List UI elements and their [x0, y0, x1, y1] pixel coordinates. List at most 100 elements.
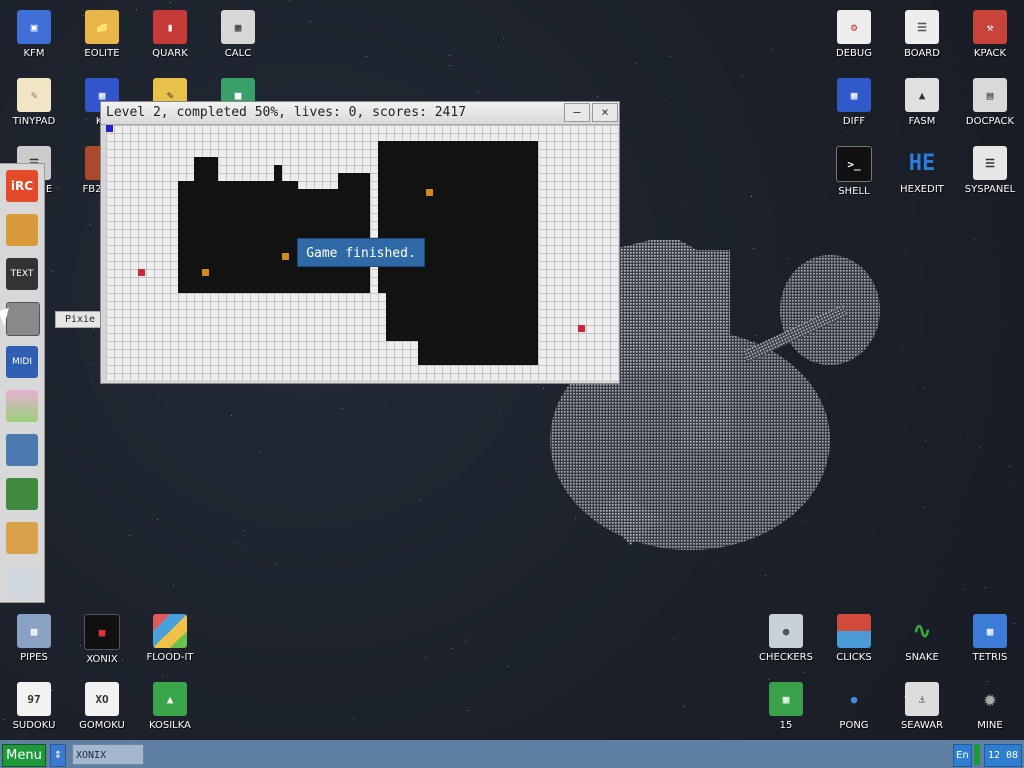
star — [636, 63, 637, 64]
seawar-icon: ⚓ — [905, 682, 939, 716]
desktop-icon-mine[interactable]: ✹ MINE — [956, 674, 1024, 742]
desktop-icon-snake[interactable]: ∿ SNAKE — [888, 606, 956, 674]
desktop-icon-diff[interactable]: ▦ DIFF — [820, 70, 888, 138]
filled-region — [418, 341, 538, 365]
star — [157, 519, 158, 520]
chip-icon[interactable] — [6, 478, 38, 510]
desktop-icon-label: FLOOD-IT — [146, 652, 194, 663]
irc-icon[interactable]: iRC — [6, 170, 38, 202]
star — [714, 562, 715, 563]
star — [315, 452, 316, 453]
desktop-icon-kfm[interactable]: ▣ KFM — [0, 2, 68, 70]
desktop-icon-syspanel[interactable]: ☰ SYSPANEL — [956, 138, 1024, 206]
star — [739, 235, 740, 236]
desktop-icon-calc[interactable]: ▦ CALC — [204, 2, 272, 70]
minimize-button[interactable]: – — [564, 103, 590, 122]
desktop-icon-pipes[interactable]: ▩ PIPES — [0, 606, 68, 674]
star — [1005, 327, 1006, 328]
star — [683, 706, 684, 707]
star — [665, 99, 666, 100]
desktop-icon-quark[interactable]: ▮ QUARK — [136, 2, 204, 70]
star — [425, 657, 426, 658]
filled-region — [386, 293, 538, 341]
terminal-icon: >_ — [836, 146, 872, 182]
desktop-icon-tinypad[interactable]: ✎ TINYPAD — [0, 70, 68, 138]
cabinet-icon: ▤ — [973, 78, 1007, 112]
picture-icon[interactable] — [6, 390, 38, 422]
menu-button[interactable]: Menu — [2, 744, 46, 767]
desktop-icon-clicks[interactable]: CLICKS — [820, 606, 888, 674]
desktop-icon-docpack[interactable]: ▤ DOCPACK — [956, 70, 1024, 138]
desktop-icon-label: KPACK — [973, 48, 1007, 59]
desktop-icon-xonix[interactable]: ■ XONIX — [68, 606, 136, 674]
hammer-icon: ⚒ — [973, 10, 1007, 44]
desktop-icon-label: PIPES — [20, 652, 48, 663]
taskbar: Menu ⇕ XONIX En 12 08 — [0, 740, 1024, 768]
taskbar-item-xonix[interactable]: XONIX — [72, 744, 144, 765]
desktop-icon-label: BOARD — [904, 48, 940, 59]
desktop-icon-eolite[interactable]: 📁 EOLITE — [68, 2, 136, 70]
gomoku-icon: XO — [85, 682, 119, 716]
mine-icon: ✹ — [983, 686, 997, 712]
fifteen-icon: ▦ — [769, 682, 803, 716]
package-icon[interactable] — [6, 214, 38, 246]
star — [173, 585, 174, 586]
desktop-icon-shell[interactable]: >_ SHELL — [820, 138, 888, 206]
game-finished-message: Game finished. — [297, 238, 425, 267]
desktop-icon-label: SNAKE — [905, 652, 939, 663]
diff-icon: ▦ — [837, 78, 871, 112]
desktop-icon-fasm[interactable]: ▲ FASM — [888, 70, 956, 138]
desktop-icon-flood-it[interactable]: FLOOD-IT — [136, 606, 204, 674]
desktop-icon-label: DOCPACK — [965, 116, 1015, 127]
dock-tooltip: Pixie — [55, 311, 105, 328]
anvil-icon: ▲ — [905, 78, 939, 112]
sliders-icon: ☰ — [973, 146, 1007, 180]
clock[interactable]: 12 08 — [984, 744, 1022, 767]
clipboard-icon: ☰ — [905, 10, 939, 44]
star — [467, 710, 468, 711]
star — [231, 415, 232, 416]
desktop-icon-debug[interactable]: ⚙ DEBUG — [820, 2, 888, 70]
folder-icon: 📁 — [85, 10, 119, 44]
filled-region — [338, 173, 370, 293]
language-indicator[interactable]: En — [953, 744, 972, 767]
desktop-icon-tetris[interactable]: ▦ TETRIS — [956, 606, 1024, 674]
star — [478, 91, 479, 92]
launcher-dock: iRC TEXT MIDI — [0, 163, 45, 603]
midi-player-icon[interactable]: MIDI — [6, 346, 38, 378]
desktop-icon-checkers[interactable]: ● CHECKERS — [752, 606, 820, 674]
desktop-icon-sudoku[interactable]: 97 SUDOKU — [0, 674, 68, 742]
settings-sliders-icon[interactable] — [6, 566, 38, 598]
star — [1009, 466, 1010, 467]
star — [469, 636, 470, 637]
xonix-icon: ■ — [84, 614, 120, 650]
star — [366, 56, 367, 57]
desktop-icon-kpack[interactable]: ⚒ KPACK — [956, 2, 1024, 70]
close-button[interactable]: × — [592, 103, 618, 122]
star — [237, 543, 238, 544]
text-icon[interactable]: TEXT — [6, 258, 38, 290]
desktop-icon-seawar[interactable]: ⚓ SEAWAR — [888, 674, 956, 742]
window-titlebar[interactable]: Level 2, completed 50%, lives: 0, scores… — [101, 102, 619, 125]
filled-region — [178, 181, 298, 293]
desktop-icon-kosilka[interactable]: ▲ KOSILKA — [136, 674, 204, 742]
border-enemy — [138, 269, 145, 276]
star — [93, 328, 94, 329]
volume-icon[interactable] — [6, 522, 38, 554]
desktop-icon-pong[interactable]: ● PONG — [820, 674, 888, 742]
star — [94, 363, 95, 364]
network-card-icon[interactable] — [6, 434, 38, 466]
star — [241, 546, 242, 547]
flood-it-icon — [153, 614, 187, 648]
star — [906, 253, 907, 254]
pong-icon: ● — [850, 692, 858, 706]
desktop-icon-board[interactable]: ☰ BOARD — [888, 2, 956, 70]
desktop-icon-hexedit[interactable]: HE HEXEDIT — [888, 138, 956, 206]
taskbar-switch-button[interactable]: ⇕ — [50, 744, 66, 767]
taskbar-separator — [974, 744, 980, 765]
star — [974, 238, 975, 239]
star — [1010, 484, 1011, 485]
desktop-icon-gomoku[interactable]: XO GOMOKU — [68, 674, 136, 742]
desktop-icon-15[interactable]: ▦ 15 — [752, 674, 820, 742]
desktop-icon-label: TINYPAD — [12, 116, 56, 127]
